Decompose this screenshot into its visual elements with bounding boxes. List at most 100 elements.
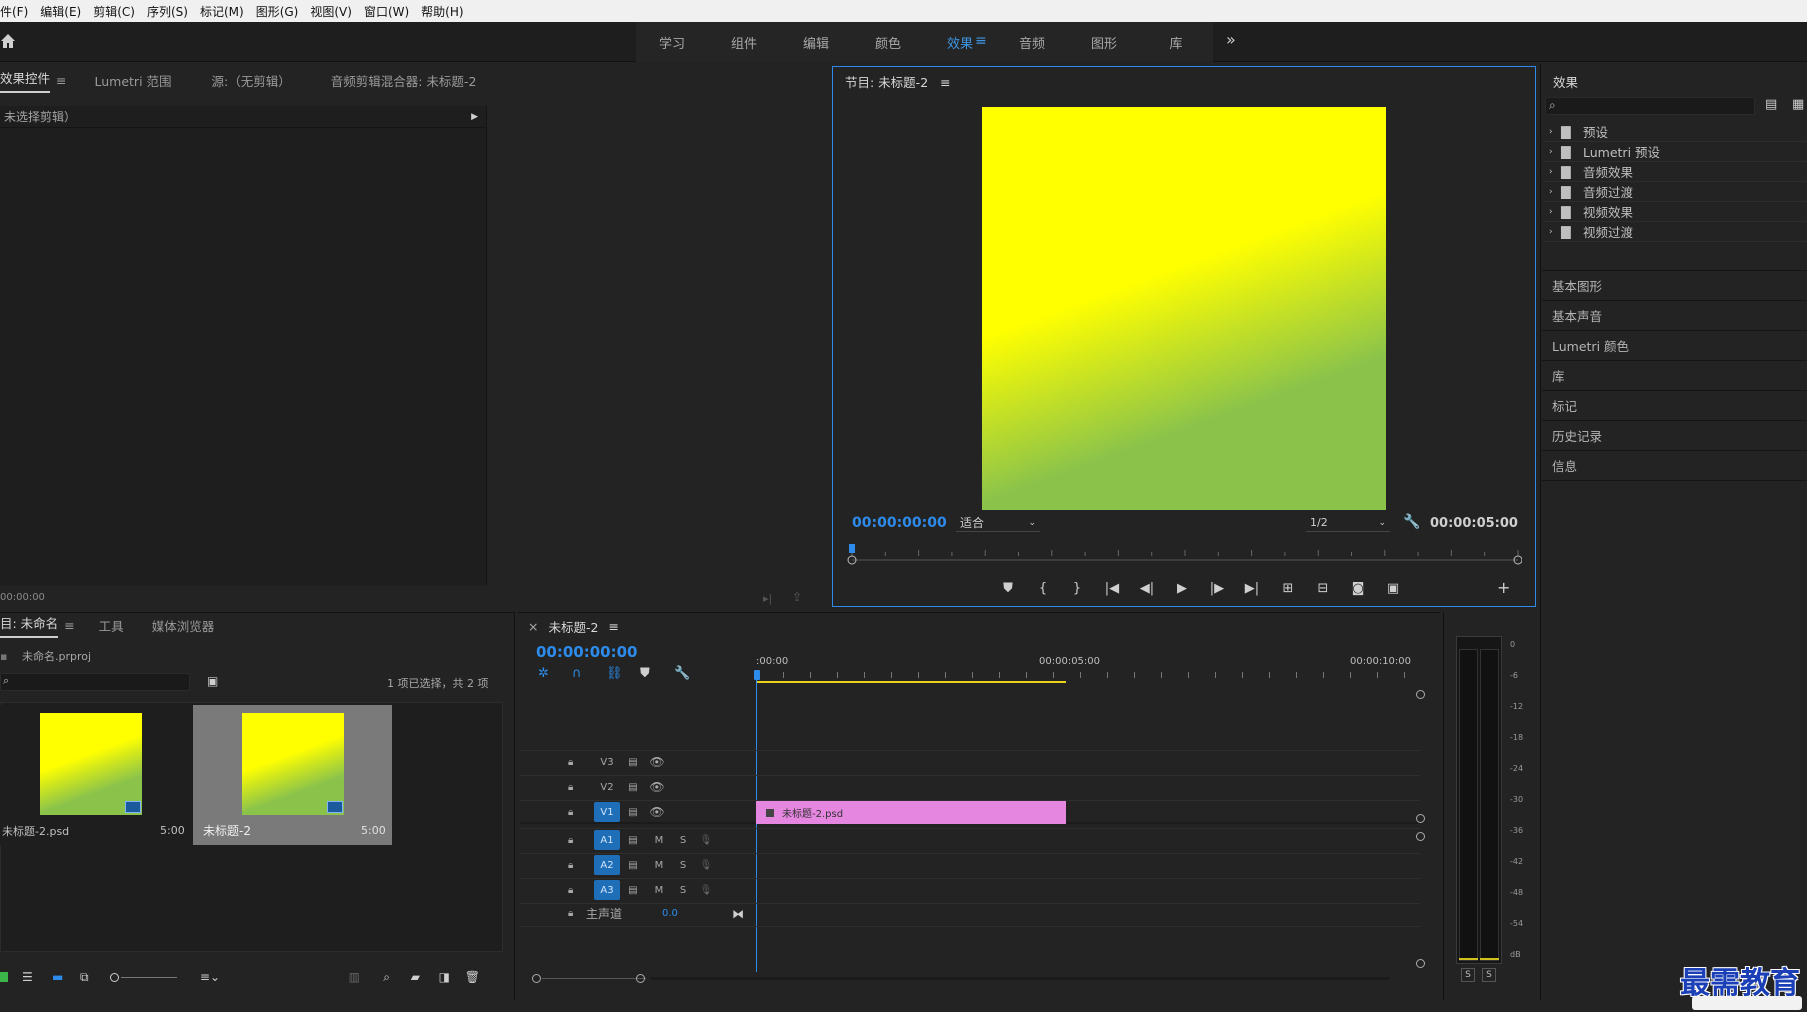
video-scroll-top-handle[interactable] bbox=[1416, 690, 1425, 699]
folder-video-effects[interactable]: › ▇ 视频效果 bbox=[1543, 202, 1807, 222]
audio-scroll-bottom-handle[interactable] bbox=[1416, 959, 1425, 968]
tab-media-browser[interactable]: 媒体浏览器 bbox=[152, 616, 215, 635]
section-libraries[interactable]: 库 bbox=[1542, 361, 1807, 391]
trash-icon[interactable]: 🗑 bbox=[450, 970, 480, 984]
freeform-view-icon[interactable]: ⧉ bbox=[80, 970, 110, 985]
mute-button[interactable]: M bbox=[646, 885, 672, 896]
project-item-selected[interactable]: 未标题-2 5:00 bbox=[193, 705, 392, 845]
step-back-icon[interactable]: ◀| bbox=[1130, 581, 1164, 596]
track-label-a1[interactable]: A1 bbox=[594, 830, 620, 850]
go-to-edit-icon[interactable]: ⧓ bbox=[732, 907, 744, 921]
tab-audio-clip-mixer[interactable]: 音频剪辑混合器: 未标题-2 bbox=[331, 71, 477, 90]
lock-icon[interactable]: 🔒︎ bbox=[568, 782, 594, 793]
eye-icon[interactable]: 👁︎ bbox=[646, 780, 668, 794]
program-menu-icon[interactable]: ≡ bbox=[940, 75, 950, 90]
automate-icon[interactable]: ▥ bbox=[220, 970, 360, 984]
menu-sequence[interactable]: 序列(S) bbox=[141, 3, 194, 20]
program-scrubber[interactable] bbox=[846, 542, 1522, 566]
track-label-v3[interactable]: V3 bbox=[594, 752, 620, 772]
new-custom-bin-icon[interactable]: ▦ bbox=[1792, 97, 1804, 112]
panel-menu-icon[interactable]: ≡ bbox=[64, 618, 74, 633]
snap-icon[interactable]: ∩ bbox=[572, 666, 606, 681]
mic-icon[interactable]: 🎙︎ bbox=[694, 885, 718, 896]
list-view-icon[interactable]: ☰ bbox=[22, 970, 52, 984]
go-to-out-icon[interactable]: ▶| bbox=[1234, 581, 1270, 596]
workspace-tab-learn[interactable]: 学习 bbox=[636, 33, 708, 52]
section-essential-sound[interactable]: 基本声音 bbox=[1542, 301, 1807, 331]
toggle-sync-lock-icon[interactable]: ▤ bbox=[620, 757, 646, 768]
mute-button[interactable]: M bbox=[646, 860, 672, 871]
project-search-input[interactable]: ⌕ bbox=[0, 673, 190, 691]
menu-file[interactable]: 件(F) bbox=[0, 3, 34, 20]
tab-lumetri-scopes[interactable]: Lumetri 范围 bbox=[95, 71, 172, 90]
new-search-bin-icon[interactable]: ▣ bbox=[207, 674, 218, 688]
mic-icon[interactable]: 🎙︎ bbox=[694, 860, 718, 871]
play-icon[interactable]: ▶ bbox=[1164, 581, 1200, 596]
work-area-bar[interactable] bbox=[756, 681, 1066, 683]
folder-audio-transitions[interactable]: › ▇ 音频过渡 bbox=[1543, 182, 1807, 202]
playhead-handle-icon[interactable] bbox=[754, 670, 760, 680]
zoom-fit-dropdown[interactable]: 适合 ⌄ bbox=[956, 514, 1040, 532]
mark-out-icon[interactable]: } bbox=[1060, 581, 1094, 596]
video-scroll-bottom-handle[interactable] bbox=[1416, 814, 1425, 823]
folder-presets[interactable]: › ▇ 预设 bbox=[1543, 122, 1807, 142]
filter-icon[interactable]: ▸| bbox=[763, 592, 772, 605]
resolution-dropdown[interactable]: 1/2 ⌄ bbox=[1306, 514, 1390, 532]
effects-search-input[interactable]: ⌕ bbox=[1545, 97, 1755, 115]
sort-icon[interactable]: ≡⌄ bbox=[180, 970, 220, 984]
menu-view[interactable]: 视图(V) bbox=[304, 3, 358, 20]
track-label-a2[interactable]: A2 bbox=[594, 855, 620, 875]
toggle-sync-lock-icon[interactable]: ▤ bbox=[620, 807, 646, 818]
close-icon[interactable]: × bbox=[528, 619, 538, 634]
add-button-icon[interactable]: + bbox=[1497, 578, 1510, 597]
scroll-left-handle[interactable] bbox=[532, 974, 541, 983]
toggle-sync-lock-icon[interactable]: ▤ bbox=[620, 885, 646, 896]
workspace-tab-editing[interactable]: 编辑 bbox=[780, 33, 852, 52]
workspace-menu-icon[interactable]: ≡ bbox=[975, 33, 987, 49]
meter-solo-left[interactable]: S bbox=[1461, 968, 1475, 982]
icon-view-icon[interactable]: ▬ bbox=[52, 970, 80, 984]
new-bin-icon[interactable]: ▰ bbox=[390, 970, 420, 984]
solo-button[interactable]: S bbox=[672, 860, 694, 871]
lock-icon[interactable]: 🔒︎ bbox=[568, 885, 594, 896]
toggle-sync-lock-icon[interactable]: ▤ bbox=[620, 835, 646, 846]
workspace-tab-assembly[interactable]: 组件 bbox=[708, 33, 780, 52]
linked-selection-icon[interactable]: ⛓ bbox=[606, 666, 640, 681]
zoom-slider[interactable] bbox=[110, 972, 180, 982]
tab-source[interactable]: 源:（无剪辑） bbox=[212, 71, 291, 90]
section-lumetri-color[interactable]: Lumetri 颜色 bbox=[1542, 331, 1807, 361]
toggle-sync-lock-icon[interactable]: ▤ bbox=[620, 782, 646, 793]
tab-project[interactable]: 目: 未命名 bbox=[0, 613, 59, 638]
toggle-sync-lock-icon[interactable]: ▤ bbox=[620, 860, 646, 871]
solo-button[interactable]: S bbox=[672, 885, 694, 896]
timeline-menu-icon[interactable]: ≡ bbox=[608, 619, 618, 634]
workspace-tab-libraries[interactable]: 库 bbox=[1140, 33, 1212, 52]
new-item-icon[interactable]: ◨ bbox=[420, 970, 450, 984]
timeline-clip[interactable]: 未标题-2.psd bbox=[756, 801, 1066, 824]
lock-icon[interactable]: 🔒︎ bbox=[568, 860, 594, 871]
menu-graphics[interactable]: 图形(G) bbox=[250, 3, 305, 20]
panel-menu-icon[interactable]: ≡ bbox=[56, 73, 66, 88]
tab-effect-controls[interactable]: 效果控件 bbox=[0, 68, 51, 93]
new-bin-icon[interactable]: ▤ bbox=[1765, 97, 1777, 112]
track-label-a3[interactable]: A3 bbox=[594, 880, 620, 900]
go-to-in-icon[interactable]: |◀ bbox=[1094, 581, 1130, 596]
section-markers[interactable]: 标记 bbox=[1542, 391, 1807, 421]
comparison-view-icon[interactable]: ▣ bbox=[1376, 581, 1410, 596]
lock-icon[interactable] bbox=[0, 972, 8, 982]
mark-in-icon[interactable]: { bbox=[1026, 581, 1060, 596]
section-info[interactable]: 信息 bbox=[1542, 451, 1807, 481]
wrench-icon[interactable]: 🔧 bbox=[1403, 514, 1420, 530]
menu-edit[interactable]: 编辑(E) bbox=[34, 3, 87, 20]
lock-icon[interactable]: 🔒︎ bbox=[568, 757, 594, 768]
menu-window[interactable]: 窗口(W) bbox=[358, 3, 415, 20]
eye-icon[interactable]: 👁︎ bbox=[646, 805, 668, 819]
workspace-more-button[interactable]: » bbox=[1226, 30, 1236, 49]
home-icon[interactable] bbox=[0, 32, 16, 50]
scroll-right-handle[interactable] bbox=[636, 974, 645, 983]
solo-button[interactable]: S bbox=[672, 835, 694, 846]
menu-clip[interactable]: 剪辑(C) bbox=[87, 3, 141, 20]
eye-icon[interactable]: 👁︎ bbox=[646, 755, 668, 769]
section-history[interactable]: 历史记录 bbox=[1542, 421, 1807, 451]
folder-video-transitions[interactable]: › ▇ 视频过渡 bbox=[1543, 222, 1807, 242]
